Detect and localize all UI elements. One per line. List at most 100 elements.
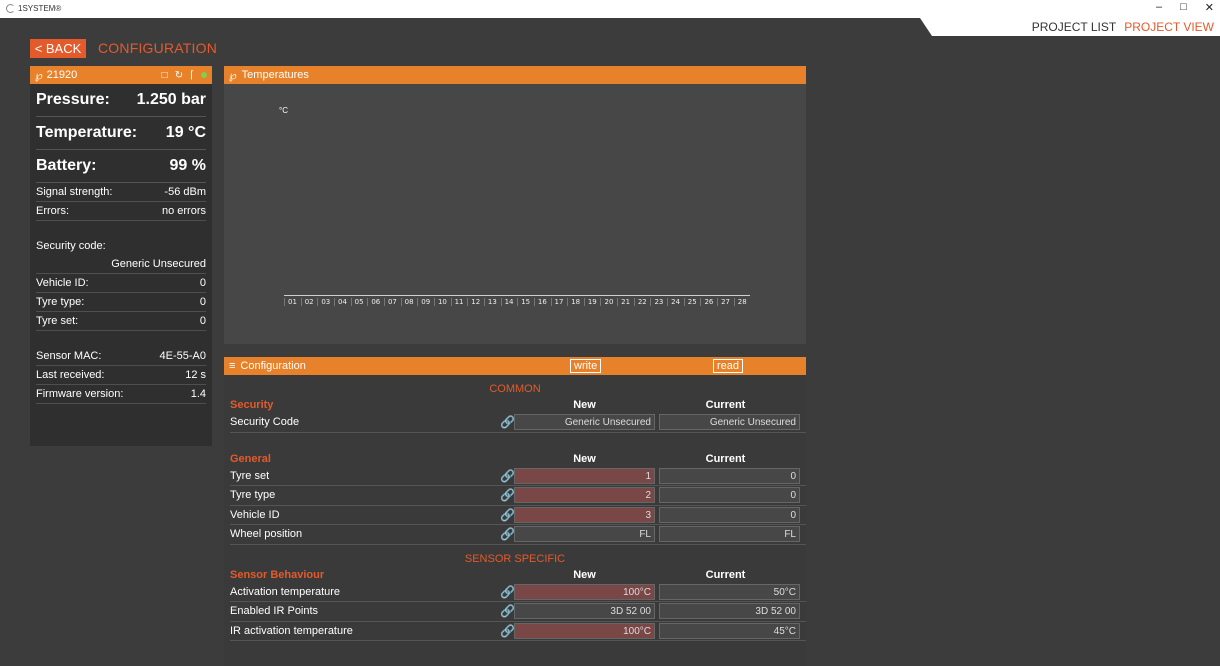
config-new-value[interactable]: 2 [514,487,655,504]
app-logo-icon [6,4,15,13]
x-tick-label: 27 [717,298,733,306]
security-group-header: Security New Current [224,397,806,413]
last-received-row: Last received: 12 s [36,366,206,385]
config-row-label: Vehicle ID [230,508,280,521]
sensor-id-value: 21920 [46,69,78,81]
link-icon[interactable]: 🔗 [500,508,515,522]
col-new: New [573,452,596,465]
temperatures-header: ℘ Temperatures [224,66,806,84]
config-row: Security Code 🔗 Generic Unsecured Generic U… [230,413,806,433]
config-row-label: Activation temperature [230,585,341,598]
sensor-specific-section-title: SENSOR SPECIFIC [464,552,566,565]
read-button[interactable]: read [713,359,744,373]
x-tick-label: 22 [633,298,650,306]
tyre-set-row: Tyre set: 0 [36,312,206,331]
x-tick-label: 23 [650,298,666,306]
top-nav: PROJECT LIST PROJECT VIEW [920,18,1220,36]
behaviour-rows: Activation temperature 🔗 100°C 50°C Enabled … [224,583,806,641]
x-tick-label: 06 [367,298,383,306]
app-name: 1SYSTEM® [18,4,62,13]
back-button[interactable]: < BACK [30,39,86,58]
x-tick-label: 05 [350,298,367,306]
config-new-value[interactable]: 1 [514,467,655,484]
signal-value: -56 dBm [164,186,206,198]
configuration-title: Configuration [240,360,306,372]
pressure-value: 1.250 bar [136,91,206,108]
config-current-value: 50°C [659,583,800,600]
nav-project-list[interactable]: PROJECT LIST [1032,20,1116,34]
col-current: Current [705,399,746,411]
pressure-label: Pressure: [36,91,110,108]
refresh-icon[interactable]: ↻ [175,70,183,81]
security-code-label: Security code: [36,240,106,252]
link-icon[interactable]: 🔗 [500,585,515,599]
config-row: Activation temperature 🔗 100°C 50°C [230,583,806,602]
x-tick-label: 18 [567,298,583,306]
x-tick-label: 10 [433,298,450,306]
config-row: Enabled IR Points 🔗 3D 52 00 3D 52 00 [230,602,806,622]
window-controls: – □ ✕ [1156,1,1214,14]
restore-icon[interactable]: □ [1180,1,1187,14]
config-row-label: Tyre set [230,469,270,482]
pin-icon[interactable]: ⌈ [190,70,194,81]
x-tick-label: 08 [400,298,417,306]
link-icon[interactable]: 🔗 [500,527,515,541]
col-current: Current [705,452,746,465]
security-group-title: Security [230,399,274,411]
link-icon[interactable]: 🔗 [500,415,515,429]
x-tick-label: 28 [733,298,750,306]
temperature-unit: °C [279,106,288,115]
link-icon[interactable]: 🔗 [500,469,515,483]
minimize-icon[interactable]: – [1156,1,1162,14]
general-group-header: General New Current [224,451,806,467]
config-new-value[interactable]: 100°C [514,583,655,600]
x-tick-label: 04 [333,298,350,306]
firmware-value: 1.4 [190,388,206,400]
security-rows: Security Code 🔗 Generic Unsecured Generic U… [224,413,806,433]
vehicle-id-row: Vehicle ID: 0 [36,274,206,293]
last-received-label: Last received: [36,369,105,381]
x-tick-label: 07 [383,298,400,306]
x-tick-label: 21 [617,298,633,306]
x-tick-label: 09 [417,298,433,306]
x-axis-ticks: 01 02 03 04 05 06 07 08 09 10 11 12 13 14 15 16 17 18 19 20… [284,298,750,306]
x-tick-label: 25 [683,298,700,306]
config-new-value[interactable]: 3D 52 00 [514,603,655,620]
last-received-value: 12 s [185,369,206,381]
x-tick-label: 16 [533,298,550,306]
config-row-label: Enabled IR Points [230,605,319,618]
tyre-set-label: Tyre set: [36,315,79,327]
config-new-value[interactable]: 100°C [514,622,655,639]
temperature-label: Temperature: [36,124,138,141]
link-icon[interactable]: 🔗 [500,488,515,502]
nav-project-view[interactable]: PROJECT VIEW [1124,20,1214,34]
mac-value: 4E-55-A0 [159,350,206,362]
close-icon[interactable]: ✕ [1205,1,1214,14]
firmware-label: Firmware version: [36,388,124,400]
security-code-value: Generic Unsecured [36,255,206,274]
config-new-value[interactable]: Generic Unsecured [514,414,655,431]
config-current-value: 0 [659,506,800,523]
config-current-value: FL [659,526,800,543]
config-new-value[interactable]: 3 [514,506,655,523]
config-row-label: Wheel position [230,528,303,541]
sensor-panel: ℘ 21920 □ ↻ ⌈ Pressure: 1.250 bar Temper… [30,66,212,446]
write-button[interactable]: write [570,359,602,373]
config-new-value[interactable]: FL [514,526,655,543]
errors-label: Errors: [36,205,69,217]
config-current-value: 0 [659,487,800,504]
temperature-row: Temperature: 19 °C [36,117,206,150]
link-icon[interactable]: 🔗 [500,624,515,638]
pressure-row: Pressure: 1.250 bar [36,84,206,117]
x-tick-label: 26 [700,298,716,306]
lock-icon[interactable]: □ [162,70,168,81]
thermometer-icon: ℘ [229,69,237,82]
link-icon[interactable]: 🔗 [500,604,515,618]
config-row: Tyre type 🔗 2 0 [230,486,806,506]
x-tick-label: 12 [467,298,483,306]
config-current-value: Generic Unsecured [659,414,800,431]
page-title: CONFIGURATION [98,40,218,56]
battery-row: Battery: 99 % [36,150,206,183]
sensor-header: ℘ 21920 □ ↻ ⌈ [30,66,212,84]
status-dot-icon [201,72,207,78]
